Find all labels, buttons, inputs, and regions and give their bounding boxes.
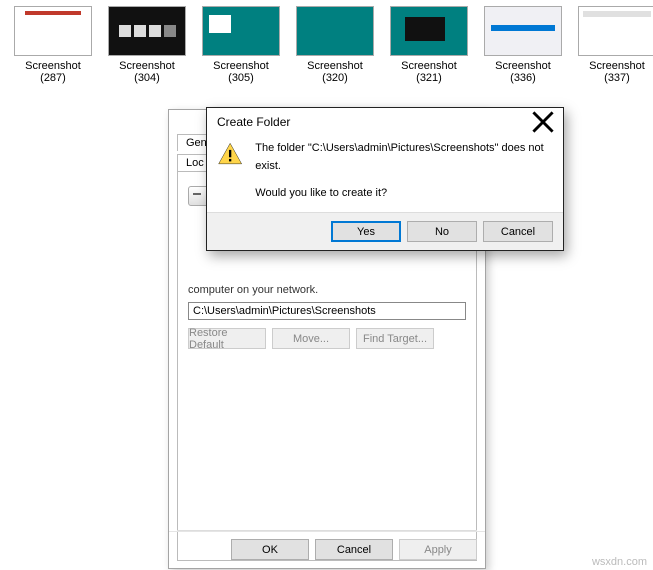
file-label: Screenshot (337) — [578, 60, 653, 84]
location-note: computer on your network. — [188, 284, 466, 296]
file-item[interactable]: Screenshot (287) — [14, 6, 92, 84]
file-thumbnail-row: Screenshot (287) Screenshot (304) Screen… — [0, 0, 653, 84]
file-thumbnail — [296, 6, 374, 56]
file-label: Screenshot (336) — [484, 60, 562, 84]
dialog-message: The folder "C:\Users\admin\Pictures\Scre… — [255, 140, 553, 203]
create-folder-dialog: Create Folder The folder "C:\Users\admin… — [206, 107, 564, 251]
ok-button[interactable]: OK — [231, 539, 309, 560]
cancel-button[interactable]: Cancel — [315, 539, 393, 560]
file-item[interactable]: Screenshot (305) — [202, 6, 280, 84]
apply-button[interactable]: Apply — [399, 539, 477, 560]
yes-button[interactable]: Yes — [331, 221, 401, 242]
file-thumbnail — [14, 6, 92, 56]
file-label: Screenshot (304) — [108, 60, 186, 84]
file-item[interactable]: Screenshot (336) — [484, 6, 562, 84]
no-button[interactable]: No — [407, 221, 477, 242]
file-item[interactable]: Screenshot (320) — [296, 6, 374, 84]
dialog-title-text: Create Folder — [217, 115, 290, 129]
move-button[interactable]: Move... — [272, 328, 350, 349]
file-thumbnail — [108, 6, 186, 56]
dialog-cancel-button[interactable]: Cancel — [483, 221, 553, 242]
file-thumbnail — [578, 6, 653, 56]
file-item[interactable]: Screenshot (321) — [390, 6, 468, 84]
dialog-line2: Would you like to create it? — [255, 185, 553, 203]
close-icon[interactable] — [531, 112, 555, 132]
find-target-button[interactable]: Find Target... — [356, 328, 434, 349]
dialog-footer: Yes No Cancel — [207, 212, 563, 250]
file-label: Screenshot (320) — [296, 60, 374, 84]
file-label: Screenshot (305) — [202, 60, 280, 84]
file-thumbnail — [202, 6, 280, 56]
restore-default-button[interactable]: Restore Default — [188, 328, 266, 349]
warning-icon — [217, 140, 243, 168]
file-thumbnail — [390, 6, 468, 56]
file-thumbnail — [484, 6, 562, 56]
file-label: Screenshot (287) — [14, 60, 92, 84]
watermark: wsxdn.com — [592, 556, 647, 568]
file-item[interactable]: Screenshot (337) — [578, 6, 653, 84]
dialog-titlebar: Create Folder — [207, 108, 563, 136]
properties-footer: OK Cancel Apply — [177, 530, 477, 568]
file-label: Screenshot (321) — [390, 60, 468, 84]
dialog-line1: The folder "C:\Users\admin\Pictures\Scre… — [255, 140, 553, 175]
path-input[interactable] — [188, 302, 466, 320]
file-item[interactable]: Screenshot (304) — [108, 6, 186, 84]
